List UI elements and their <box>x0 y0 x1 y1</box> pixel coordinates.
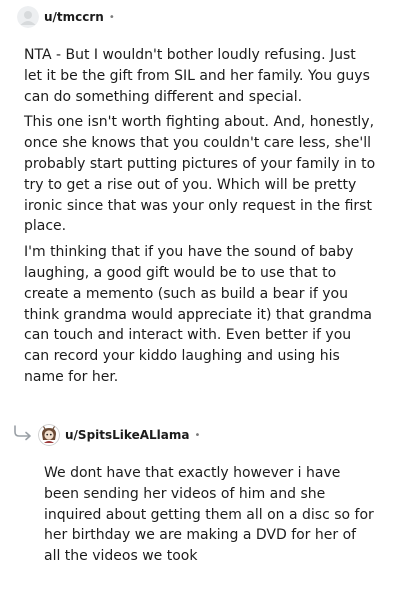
reply-arrow-icon <box>12 425 34 445</box>
comment-header: u/tmccrn • <box>17 4 115 30</box>
comment-paragraph: We dont have that exactly however i have… <box>44 465 374 565</box>
default-avatar-icon[interactable] <box>17 6 39 28</box>
comment-username[interactable]: u/SpitsLikeALlama <box>65 428 189 442</box>
comment-paragraph: I'm thinking that if you have the sound … <box>24 244 372 385</box>
comment-paragraph: NTA - But I wouldn't bother loudly refus… <box>24 47 370 105</box>
comment-header: u/SpitsLikeALlama • <box>38 422 200 448</box>
comment-username[interactable]: u/tmccrn <box>44 10 104 24</box>
comment-body: We dont have that exactly however i have… <box>44 463 376 572</box>
separator-dot: • <box>108 11 115 23</box>
separator-dot: • <box>194 429 201 441</box>
llama-avatar-icon[interactable] <box>38 424 60 446</box>
comment-body: NTA - But I wouldn't bother loudly refus… <box>24 45 376 393</box>
comment-paragraph: This one isn't worth fighting about. And… <box>24 114 376 235</box>
